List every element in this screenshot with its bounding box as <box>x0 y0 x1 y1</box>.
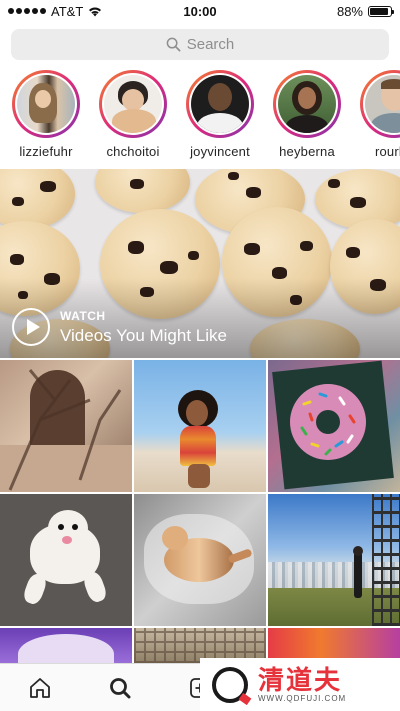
stories-tray: lizziefuhr chchoitoi joyvincent heyberna… <box>0 70 400 166</box>
battery-fill <box>370 7 388 15</box>
story-item[interactable]: rourke <box>351 70 400 159</box>
play-icon[interactable] <box>12 308 50 346</box>
story-ring <box>12 70 80 138</box>
story-ring <box>273 70 341 138</box>
grid-tile[interactable] <box>0 360 132 492</box>
story-item[interactable]: heyberna <box>264 70 350 159</box>
grid-tile[interactable] <box>134 494 266 626</box>
carrier-group: AT&T <box>8 4 102 19</box>
watch-kicker: WATCH <box>60 309 106 323</box>
story-username: chchoitoi <box>106 144 160 159</box>
story-item[interactable]: joyvincent <box>177 70 263 159</box>
watermark-brand: 清道夫 <box>258 665 343 695</box>
watermark-url: WWW.QDFUJI.COM <box>258 694 347 703</box>
tab-home[interactable] <box>20 668 60 708</box>
grid-tile[interactable] <box>0 628 132 663</box>
story-ring <box>360 70 400 138</box>
avatar <box>191 75 249 133</box>
grid-tile[interactable] <box>268 360 400 492</box>
story-username: rourke <box>374 144 400 159</box>
featured-video-tile[interactable]: WATCH Videos You Might Like <box>0 169 400 358</box>
story-ring <box>186 70 254 138</box>
avatar <box>17 75 75 133</box>
story-username: joyvincent <box>190 144 250 159</box>
story-username: heyberna <box>279 144 335 159</box>
avatar <box>365 75 400 133</box>
status-bar: AT&T 10:00 88% <box>0 0 400 22</box>
grid-tile[interactable] <box>134 360 266 492</box>
wifi-icon <box>89 7 102 16</box>
carrier-label: AT&T <box>51 3 84 19</box>
watermark-logo-icon <box>212 666 248 703</box>
battery-percent: 88% <box>336 3 363 19</box>
story-ring <box>99 70 167 138</box>
tab-search[interactable] <box>100 668 140 708</box>
story-item[interactable]: chchoitoi <box>90 70 176 159</box>
featured-video-title: Videos You Might Like <box>60 326 227 345</box>
story-item[interactable]: lizziefuhr <box>3 70 89 159</box>
search-placeholder: Search <box>186 36 235 53</box>
story-username: lizziefuhr <box>19 144 73 159</box>
grid-tile[interactable] <box>0 494 132 626</box>
search-icon <box>110 677 131 698</box>
avatar <box>278 75 336 133</box>
watermark: 清道夫 WWW.QDFUJI.COM <box>200 658 400 711</box>
battery-group: 88% <box>336 3 394 19</box>
grid-tile[interactable] <box>268 494 400 626</box>
search-input[interactable]: Search <box>11 29 389 60</box>
signal-icon <box>8 8 46 14</box>
battery-icon <box>368 5 394 17</box>
avatar <box>104 75 162 133</box>
search-icon <box>166 37 181 52</box>
home-icon <box>30 677 50 698</box>
